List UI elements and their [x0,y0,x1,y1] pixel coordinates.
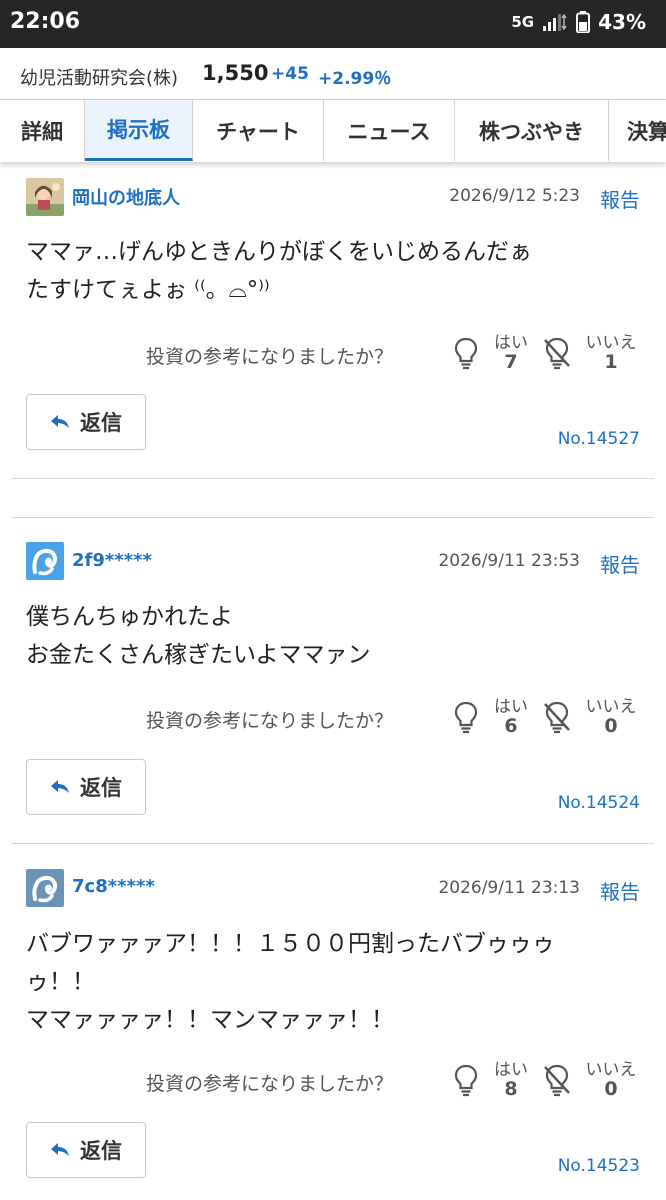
stock-change: +45 [271,64,309,84]
post-item: 岡山の地底人 2026/9/12 5:23 報告 ママァ…げんゆときんりがぼくを… [0,160,666,480]
post-date: 2026/9/11 23:13 [438,878,580,898]
user-avatar-image [26,178,64,216]
stock-price: 1,550 [202,61,269,85]
stock-header: 幼児活動研究会(株) 1,550 +45 +2.99％ [0,48,666,100]
reply-arrow-icon [51,780,69,793]
no-count: 0 [604,715,618,737]
lightbulb-off-icon[interactable] [542,1063,572,1097]
post-body: ママァ…げんゆときんりがぼくをいじめるんだぁ たすけてぇよぉ ⁽⁽。⌓°⁾⁾ [26,239,532,303]
tab-details[interactable]: 詳細 [0,100,85,161]
reply-button[interactable]: 返信 [26,1122,146,1178]
yes-count: 7 [504,351,518,373]
report-link[interactable]: 報告 [600,184,640,213]
post-number[interactable]: No.14527 [558,429,640,449]
default-user-avatar [26,542,64,580]
status-time: 22:06 [10,9,81,34]
lightbulb-off-icon[interactable] [542,336,572,370]
yes-label: はい [494,333,528,353]
yes-count: 6 [504,715,518,737]
no-label: いいえ [585,1060,637,1080]
lightbulb-off-icon[interactable] [542,700,572,734]
no-label: いいえ [585,333,637,353]
stock-change-pct: +2.99％ [318,69,392,89]
divider [12,517,654,518]
post-date: 2026/9/11 23:53 [438,551,580,571]
status-right: 5G 43% [511,10,646,34]
avatar[interactable] [26,178,64,216]
tab-bar: 詳細 掲示板 チャート ニュース 株つぶやき 決算 [0,99,666,162]
post-number[interactable]: No.14523 [558,1156,640,1176]
no-count: 0 [604,1078,618,1100]
post-author[interactable]: 7c8***** [72,876,155,897]
stock-name: 幼児活動研究会(株) [20,68,179,89]
yes-label: はい [494,1060,528,1080]
post-number[interactable]: No.14524 [558,793,640,813]
tab-board[interactable]: 掲示板 [85,100,193,161]
divider [12,478,654,479]
no-count: 1 [604,351,618,373]
reply-arrow-icon [51,1143,69,1156]
avatar[interactable] [26,542,64,580]
reply-arrow-icon [51,415,69,428]
tab-tsubuyaki[interactable]: 株つぶやき [455,100,609,161]
reply-label: 返信 [80,411,122,435]
yes-count: 8 [504,1078,518,1100]
post-body: 僕ちんちゅかれたよ お金たくさん稼ぎたいよママァン [26,604,371,668]
signal-icon [543,13,567,31]
tab-news[interactable]: ニュース [324,100,455,161]
report-link[interactable]: 報告 [600,549,640,578]
post-item: 2f9***** 2026/9/11 23:53 報告 僕ちんちゅかれたよ お金… [0,517,666,844]
helpful-question: 投資の参考になりましたか？ [146,1073,394,1095]
helpful-question: 投資の参考になりましたか？ [146,710,394,732]
post-body: バブワァァァア！！！１５００円割ったバブゥゥゥ ゥ！！ ママァァァァ！！マンマァ… [26,931,555,1033]
lightbulb-icon[interactable] [452,700,480,734]
avatar[interactable] [26,869,64,907]
no-label: いいえ [585,697,637,717]
post-author[interactable]: 2f9***** [72,550,152,571]
yes-label: はい [494,697,528,717]
tab-chart[interactable]: チャート [193,100,324,161]
battery-level: 43% [598,10,646,34]
reply-button[interactable]: 返信 [26,394,146,450]
lightbulb-icon[interactable] [452,336,480,370]
helpful-question: 投資の参考になりましたか？ [146,346,394,368]
tab-earnings[interactable]: 決算 [609,100,666,161]
reply-button[interactable]: 返信 [26,759,146,815]
post-author[interactable]: 岡山の地底人 [72,184,180,210]
post-item: 7c8***** 2026/9/11 23:13 報告 バブワァァァア！！！１５… [0,843,666,1200]
battery-icon [576,11,591,33]
reply-label: 返信 [80,1139,122,1163]
default-user-avatar [26,869,64,907]
status-bar: 22:06 5G 43% [0,0,666,48]
post-date: 2026/9/12 5:23 [449,186,580,206]
network-type: 5G [511,13,535,31]
reply-label: 返信 [80,776,122,800]
report-link[interactable]: 報告 [600,876,640,905]
lightbulb-icon[interactable] [452,1063,480,1097]
